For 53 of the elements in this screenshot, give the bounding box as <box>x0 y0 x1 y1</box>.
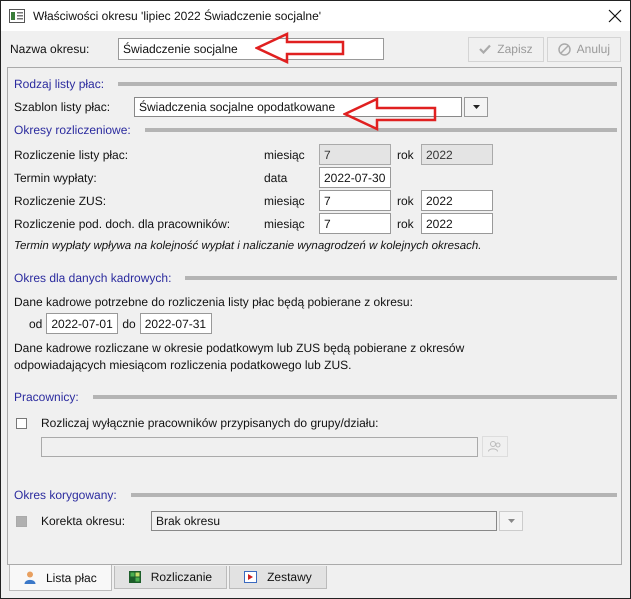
field-label: rok <box>396 194 415 208</box>
caret-icon <box>508 519 514 523</box>
grid-icon <box>128 571 141 583</box>
field-label: miesiąc <box>264 194 306 208</box>
tab[interactable]: Rozliczanie <box>114 566 228 589</box>
window-title: Właściwości okresu 'lipiec 2022 Świadczenie socjalne' <box>33 9 322 23</box>
year-field[interactable]: 2022 <box>421 190 493 211</box>
section-heading: Okres korygowany: <box>14 488 117 502</box>
person-icon <box>24 571 36 584</box>
dropdown-value: Brak okresu <box>156 514 220 528</box>
checkbox-label: Rozliczaj wyłącznie pracowników przypisanych do grupy/działu: <box>41 416 378 430</box>
info-note: Termin wypłaty wpływa na kolejność wypłat i naliczanie wynagrodzeń w kolejnych okresach. <box>14 240 482 252</box>
field-label: Rozliczenie pod. doch. dla pracowników: <box>14 216 232 230</box>
checkmark-icon <box>479 44 492 54</box>
report-icon <box>244 571 258 583</box>
field-label: Rozliczenie ZUS: <box>14 194 108 208</box>
date-field[interactable]: 2022-07-31 <box>140 313 212 334</box>
checkbox[interactable] <box>16 418 27 428</box>
month-field[interactable]: 7 <box>319 190 391 211</box>
close-icon[interactable] <box>608 9 622 23</box>
cancel-icon <box>558 42 571 56</box>
dropdown-button[interactable] <box>464 97 488 117</box>
checkbox-label: Korekta okresu: <box>41 514 126 528</box>
info-text: Dane kadrowe potrzebne do rozliczenia listy płac będą pobierane z okresu: <box>14 295 414 309</box>
field-label: Termin wypłaty: <box>14 170 98 184</box>
year-field[interactable]: 2022 <box>421 213 493 234</box>
field-label: miesiąc <box>264 216 306 230</box>
name-field[interactable]: Świadczenie socjalne <box>118 38 384 60</box>
people-icon <box>488 441 502 452</box>
field-label: miesiąc <box>264 148 306 162</box>
info-text: Dane kadrowe rozliczane w okresie podatkowym lub ZUS będą pobierane z okresów odpowiadających miesiącom rozliczenia podatkowego lub ZUS. <box>14 340 466 374</box>
template-dropdown[interactable]: Świadczenia socjalne opodatkowane <box>134 97 462 117</box>
dropdown-value: Świadczenia socjalne opodatkowane <box>139 100 336 114</box>
field-label: Szablon listy płac: <box>14 100 112 114</box>
section-heading: Okres dla danych kadrowych: <box>14 271 172 285</box>
month-field[interactable]: 7 <box>319 213 391 234</box>
section-heading: Okresy rozliczeniowe: <box>14 123 131 137</box>
date-field[interactable]: 2022-07-01 <box>46 313 118 334</box>
field-label: do <box>122 316 136 330</box>
section-heading: Rodzaj listy płac: <box>14 77 104 91</box>
field-label: rok <box>396 148 415 162</box>
field-label: rok <box>396 216 415 230</box>
field-label: Rozliczenie listy płac: <box>14 148 130 162</box>
section-heading: Pracownicy: <box>14 390 79 404</box>
caret-icon <box>472 105 480 109</box>
field-label: data <box>264 170 288 184</box>
tab[interactable]: Zestawy <box>229 566 327 589</box>
app-icon <box>9 9 25 23</box>
field-label: Nazwa okresu: <box>10 42 90 56</box>
tab[interactable]: Lista płac <box>9 565 112 591</box>
date-field[interactable]: 2022-07-30 <box>319 167 391 188</box>
field-label: od <box>29 316 42 330</box>
period-dropdown[interactable]: Brak okresu <box>151 511 497 531</box>
